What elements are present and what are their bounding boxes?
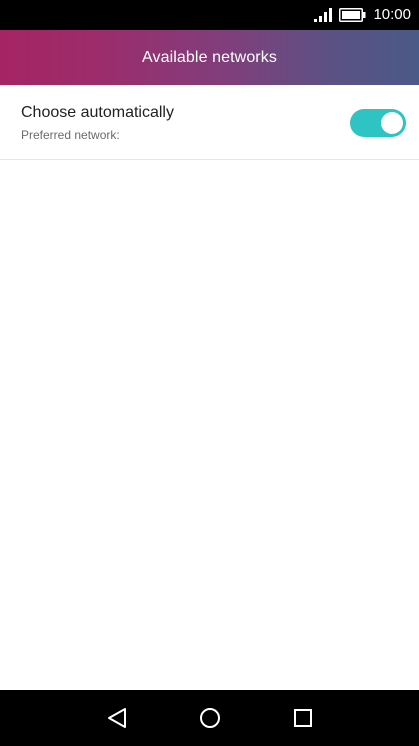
toggle-knob: [381, 112, 403, 134]
status-time: 10:00: [373, 6, 411, 23]
choose-automatically-toggle[interactable]: [350, 109, 406, 137]
back-button[interactable]: [103, 704, 131, 732]
app-bar: Available networks: [0, 30, 419, 85]
back-icon: [106, 707, 128, 729]
status-icons: 10:00: [314, 0, 411, 30]
navigation-bar: [0, 690, 419, 746]
home-icon: [199, 707, 221, 729]
setting-subtitle: Preferred network:: [21, 128, 120, 142]
setting-title: Choose automatically: [21, 104, 174, 121]
choose-automatically-row[interactable]: Choose automatically Preferred network:: [0, 85, 419, 160]
battery-icon: [339, 8, 366, 22]
page-title: Available networks: [142, 48, 277, 66]
status-bar: 10:00: [0, 0, 419, 30]
signal-icon: [314, 8, 333, 22]
recent-apps-icon: [293, 708, 313, 728]
home-button[interactable]: [196, 704, 224, 732]
recent-apps-button[interactable]: [289, 704, 317, 732]
